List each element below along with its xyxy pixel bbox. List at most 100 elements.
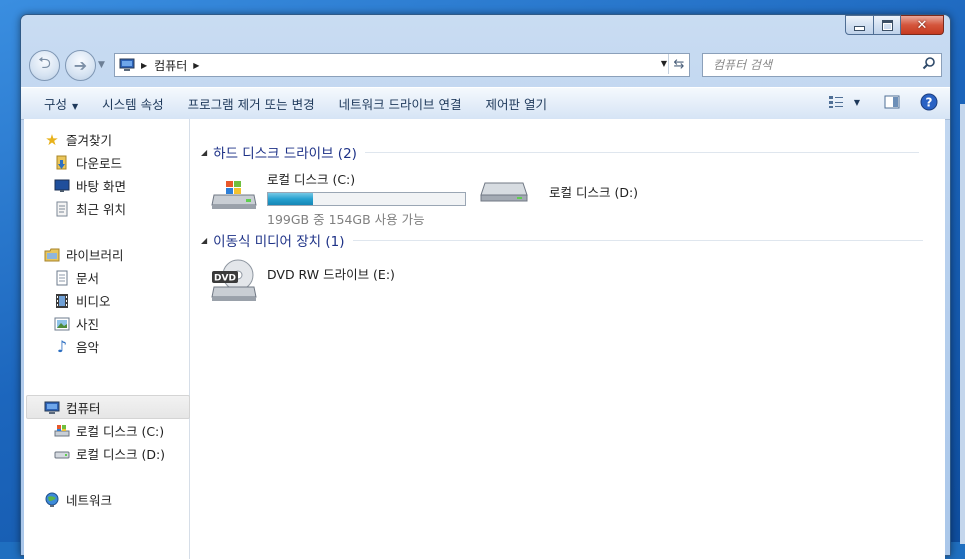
drive-c-usage-fill [268, 193, 313, 205]
libraries-icon [44, 247, 60, 263]
nav-recent-places[interactable]: 최근 위치 [54, 199, 126, 218]
nav-favorites-label: 즐겨찾기 [66, 133, 113, 148]
nav-documents-label: 문서 [76, 271, 100, 286]
music-icon: ♪ [56, 337, 68, 356]
nav-libraries-label: 라이브러리 [66, 248, 124, 263]
network-icon [44, 492, 60, 508]
breadcrumb-root-arrow[interactable]: ▶ [141, 61, 147, 70]
nav-downloads-label: 다운로드 [76, 156, 123, 171]
window-right-edge [960, 104, 965, 544]
organize-button[interactable]: 구성 ▼ [21, 94, 90, 113]
navigation-pane: ★ 즐겨찾기 다운로드 바탕 화면 최근 위치 라이브러리 문서 비디오 사진 … [24, 119, 190, 559]
back-arrow-icon: ⮌ [38, 53, 51, 72]
content-area: ★ 즐겨찾기 다운로드 바탕 화면 최근 위치 라이브러리 문서 비디오 사진 … [24, 119, 945, 559]
close-button[interactable]: ✕ [901, 15, 944, 35]
nav-local-disk-d[interactable]: 로컬 디스크 (D:) [54, 444, 165, 463]
open-control-panel-button[interactable]: 제어판 열기 [474, 94, 559, 113]
back-button[interactable]: ⮌ [29, 50, 60, 81]
refresh-button[interactable]: ⇆ [668, 54, 689, 74]
system-drive-icon [54, 423, 70, 439]
nav-computer-label: 컴퓨터 [66, 401, 101, 416]
forward-arrow-icon: ➔ [73, 56, 88, 75]
group-hard-disks[interactable]: ◢ 하드 디스크 드라이브 (2) [201, 142, 941, 162]
caption-buttons: ✕ [845, 15, 944, 35]
documents-icon [54, 270, 70, 286]
svg-text:?: ? [926, 96, 933, 110]
nav-music[interactable]: ♪ 음악 [54, 337, 99, 356]
nav-videos[interactable]: 비디오 [54, 291, 111, 310]
nav-recent-places-label: 최근 위치 [76, 202, 126, 217]
address-history-dropdown[interactable]: ▼ [661, 59, 667, 68]
nav-computer[interactable]: 컴퓨터 [44, 398, 101, 417]
maximize-icon [881, 19, 893, 31]
star-icon: ★ [45, 130, 59, 149]
group-removable-header: 이동식 미디어 장치 (1) [213, 234, 345, 250]
nav-videos-label: 비디오 [76, 294, 111, 309]
recent-pages-dropdown[interactable]: ▼ [98, 60, 105, 70]
nav-network[interactable]: 네트워크 [44, 490, 112, 509]
nav-local-disk-d-label: 로컬 디스크 (D:) [76, 447, 166, 462]
dvd-drive-icon: DVD [211, 259, 257, 301]
view-dropdown-icon: ▼ [853, 97, 860, 107]
nav-downloads[interactable]: 다운로드 [54, 153, 122, 172]
desktop-icon [54, 178, 70, 194]
computer-icon [44, 400, 60, 416]
group-removable[interactable]: ◢ 이동식 미디어 장치 (1) [201, 230, 941, 250]
minimize-icon [854, 25, 865, 31]
help-icon[interactable]: ? [920, 93, 938, 111]
command-bar: 구성 ▼ 시스템 속성 프로그램 제거 또는 변경 네트워크 드라이브 연결 제어… [21, 87, 950, 120]
search-icon[interactable] [922, 56, 936, 70]
downloads-folder-icon [54, 155, 70, 171]
nav-desktop[interactable]: 바탕 화면 [54, 176, 126, 195]
nav-favorites[interactable]: ★ 즐겨찾기 [44, 130, 112, 149]
nav-pictures-label: 사진 [76, 317, 100, 332]
group-hard-disks-header: 하드 디스크 드라이브 (2) [213, 146, 357, 162]
drive-c-usage-bar [267, 192, 466, 206]
videos-icon [54, 293, 70, 309]
navigation-bar: ⮌ ➔ ▼ ▶ 컴퓨터 ▶ ▼ ⇆ [21, 48, 950, 82]
search-box[interactable] [702, 53, 942, 77]
drive-d-name: 로컬 디스크 (D:) [549, 185, 639, 200]
refresh-icon: ⇆ [673, 56, 685, 72]
recent-places-icon [54, 201, 70, 217]
collapse-triangle-icon: ◢ [201, 147, 208, 157]
group-divider [364, 151, 919, 153]
preview-pane-icon[interactable] [884, 95, 900, 109]
drive-c[interactable]: 로컬 디스크 (C:) 199GB 중 154GB 사용 가능 [210, 169, 466, 228]
organize-label: 구성 [44, 97, 68, 112]
drive-e-name: DVD RW 드라이브 (E:) [267, 267, 395, 282]
forward-button[interactable]: ➔ [65, 50, 96, 81]
nav-music-label: 음악 [76, 340, 100, 355]
uninstall-program-button[interactable]: 프로그램 제거 또는 변경 [176, 94, 327, 113]
search-input[interactable] [711, 57, 915, 73]
nav-documents[interactable]: 문서 [54, 268, 99, 287]
drive-e[interactable]: DVD DVD RW 드라이브 (E:) [210, 257, 395, 305]
view-options-button[interactable]: ▼ [828, 95, 860, 109]
system-properties-button[interactable]: 시스템 속성 [90, 94, 175, 113]
maximize-button[interactable] [874, 15, 901, 35]
pictures-icon [54, 316, 70, 332]
drive-c-name: 로컬 디스크 (C:) [267, 172, 356, 187]
group-divider [352, 239, 923, 241]
chevron-down-icon: ▼ [72, 102, 79, 111]
explorer-window: ✕ ⮌ ➔ ▼ ▶ 컴퓨터 ▶ ▼ ⇆ 구성 ▼ 시스템 속성 [20, 14, 951, 559]
hard-drive-icon [480, 182, 528, 202]
drive-c-free-space: 199GB 중 154GB 사용 가능 [267, 212, 425, 227]
nav-local-disk-c-label: 로컬 디스크 (C:) [76, 424, 165, 439]
drive-d[interactable]: 로컬 디스크 (D:) [479, 177, 638, 205]
address-bar[interactable]: ▶ 컴퓨터 ▶ ▼ ⇆ [114, 53, 690, 77]
view-options-icon [828, 96, 843, 108]
nav-libraries[interactable]: 라이브러리 [44, 245, 124, 264]
breadcrumb-computer[interactable]: 컴퓨터 [154, 57, 187, 74]
collapse-triangle-icon: ◢ [201, 235, 208, 245]
close-icon: ✕ [916, 17, 928, 33]
nav-local-disk-c[interactable]: 로컬 디스크 (C:) [54, 421, 164, 440]
map-network-drive-button[interactable]: 네트워크 드라이브 연결 [327, 94, 474, 113]
minimize-button[interactable] [845, 15, 874, 35]
computer-icon [119, 58, 135, 71]
system-drive-icon [211, 181, 257, 209]
nav-pictures[interactable]: 사진 [54, 314, 99, 333]
svg-text:DVD: DVD [214, 274, 236, 284]
breadcrumb-arrow[interactable]: ▶ [193, 61, 199, 70]
toolbar-right: ▼ ? [828, 93, 938, 111]
